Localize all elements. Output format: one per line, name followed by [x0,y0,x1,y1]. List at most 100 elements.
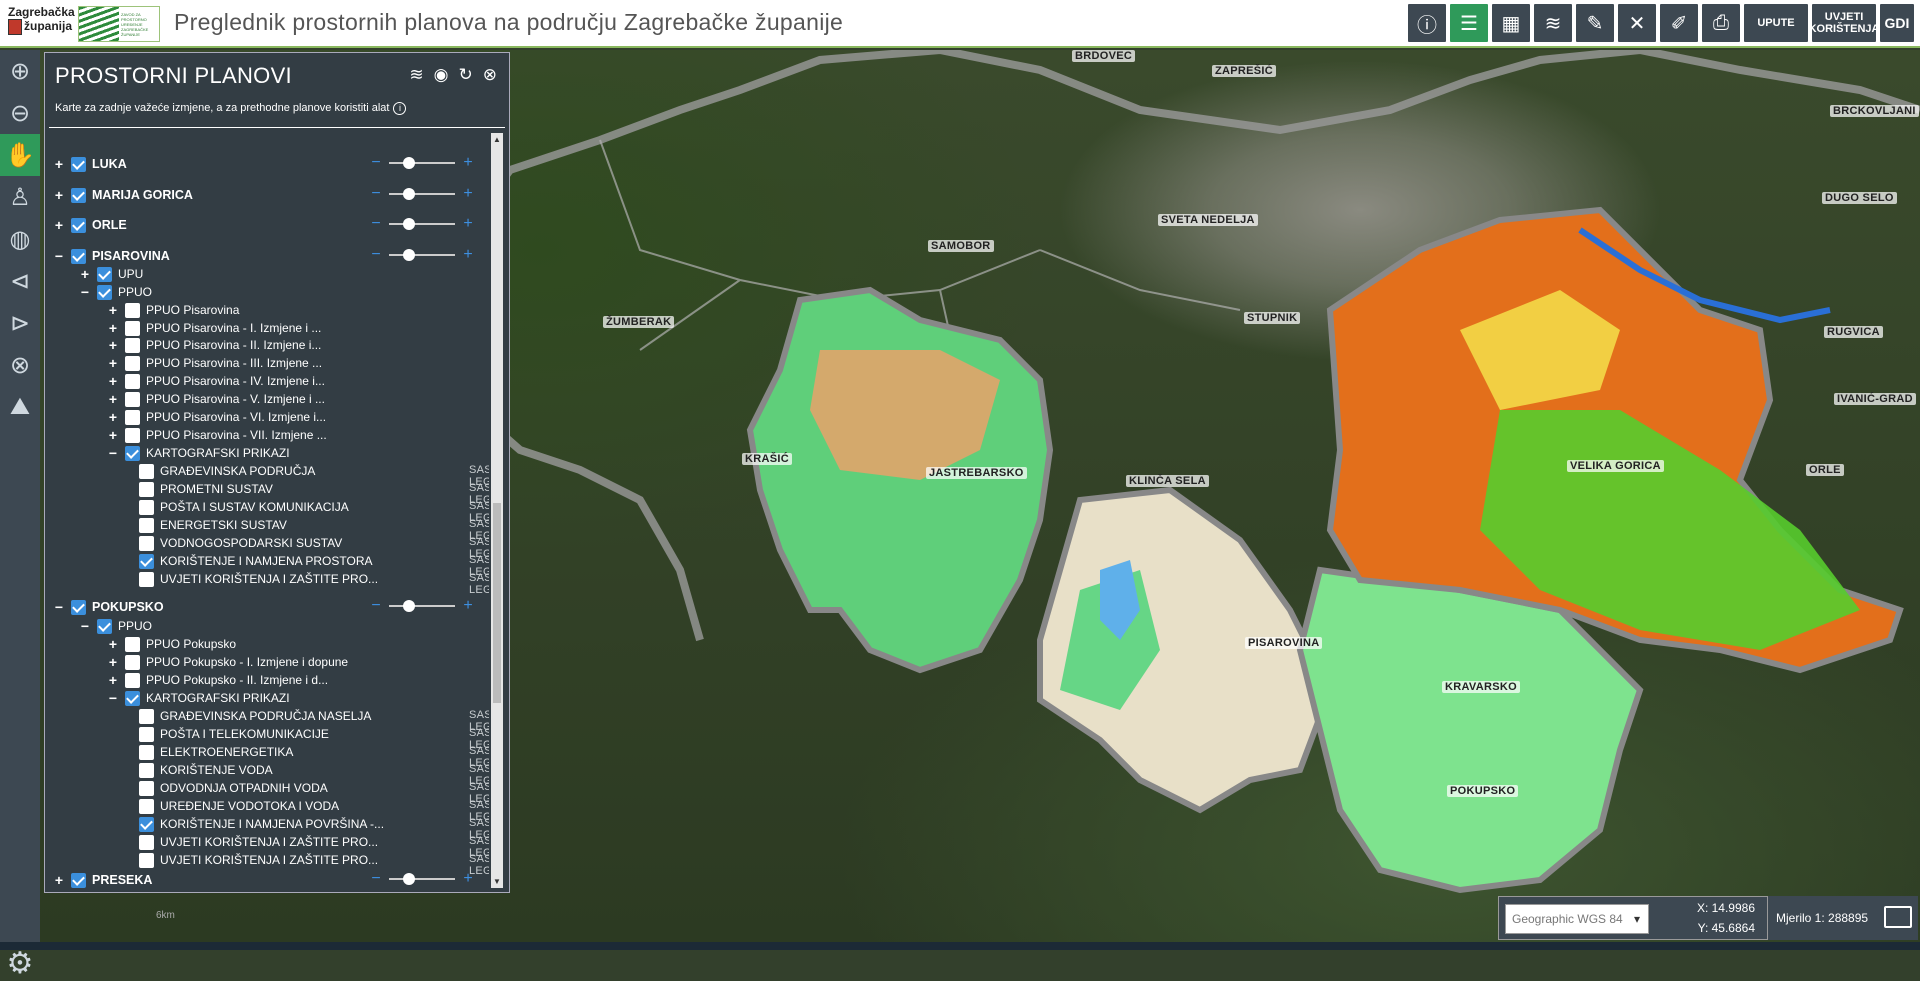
layer-tree-row[interactable]: POŠTA I TELEKOMUNIKACIJE [139,725,329,743]
collapse-icon[interactable]: − [53,248,65,264]
expand-icon[interactable]: + [53,217,65,233]
opacity-track[interactable] [389,188,455,200]
layer-checkbox[interactable] [125,302,140,318]
layer-checkbox[interactable] [139,780,154,796]
layer-checkbox[interactable] [125,654,140,670]
panel-scrollbar[interactable]: ▲ ▼ [491,133,503,888]
layer-tree-row[interactable]: ENERGETSKI SUSTAV [139,516,287,534]
layer-checkbox[interactable] [139,852,154,868]
layer-checkbox[interactable] [139,798,154,814]
layer-tree-row[interactable]: PROMETNI SUSTAV [139,480,273,498]
info-button[interactable]: ⓘ [1408,4,1446,42]
layer-checkbox[interactable] [139,535,154,551]
opacity-minus-icon[interactable]: − [369,870,383,888]
layer-tree-row[interactable]: KORIŠTENJE I NAMJENA POVRŠINA -... [139,815,384,833]
layer-tree-row[interactable]: + PPUO Pisarovina - VI. Izmjene i... [107,408,326,426]
opacity-minus-icon[interactable]: − [369,154,383,172]
layer-checkbox[interactable] [139,744,154,760]
ruler-icon[interactable] [1884,906,1912,928]
layer-checkbox[interactable] [139,762,154,778]
opacity-plus-icon[interactable]: + [461,185,475,203]
layer-tree-row[interactable]: + PPUO Pisarovina - III. Izmjene ... [107,354,322,372]
layer-tree-row[interactable]: UVJETI KORIŠTENJA I ZAŠTITE PRO... [139,833,378,851]
hide-eye-icon[interactable]: ◉ [434,65,449,85]
layer-tree-row[interactable]: + PPUO Pisarovina - VII. Izmjene ... [107,426,327,444]
layer-checkbox[interactable] [71,187,86,203]
layer-tree-row[interactable]: POŠTA I SUSTAV KOMUNIKACIJA [139,498,349,516]
opacity-minus-icon[interactable]: − [369,215,383,233]
layer-tree-row[interactable]: UREĐENJE VODOTOKA I VODA [139,797,339,815]
layer-checkbox[interactable] [71,248,86,264]
layer-checkbox[interactable] [71,872,86,888]
layer-checkbox[interactable] [139,481,154,497]
layer-tree-row[interactable]: ELEKTROENERGETIKA [139,743,293,761]
layer-checkbox[interactable] [125,672,140,688]
opacity-knob[interactable] [403,157,415,169]
collapse-icon[interactable]: − [79,284,91,300]
layer-checkbox[interactable] [125,409,140,425]
pan-button[interactable]: ✋ [0,134,40,176]
layer-tree-row[interactable]: − POKUPSKO [53,598,164,616]
opacity-knob[interactable] [403,188,415,200]
opacity-track[interactable] [389,600,455,612]
layer-checkbox[interactable] [139,517,154,533]
settings-button[interactable]: ⚙ [4,946,36,980]
expand-icon[interactable]: + [107,337,119,353]
layer-tree-row[interactable]: + UPU [79,265,143,283]
legend-link[interactable]: SAS. LEG. [469,572,489,596]
layer-tree-row[interactable]: UVJETI KORIŠTENJA I ZAŠTITE PRO... [139,570,378,588]
opacity-slider[interactable]: − + [369,185,475,203]
layer-tree-row[interactable]: GRAĐEVINSKA PODRUČJA NASELJA [139,707,371,725]
layer-checkbox[interactable] [125,337,140,353]
upute-button[interactable]: UPUTE [1744,4,1808,42]
expand-icon[interactable]: + [107,320,119,336]
info-icon[interactable]: i [393,102,407,115]
opacity-track[interactable] [389,249,455,261]
layers-stack-icon[interactable]: ≋ [409,65,423,85]
opacity-track[interactable] [389,218,455,230]
opacity-knob[interactable] [403,249,415,261]
layer-stack-button[interactable]: ≋ [1534,4,1572,42]
layer-tree-row[interactable]: KORIŠTENJE I NAMJENA PROSTORA [139,552,372,570]
opacity-plus-icon[interactable]: + [461,215,475,233]
draw-button[interactable]: ✐ [1660,4,1698,42]
layer-checkbox[interactable] [125,636,140,652]
expand-icon[interactable]: + [53,156,65,172]
uvjeti-koristenja-button[interactable]: UVJETI KORIŠTENJA [1809,4,1879,42]
layer-tree-row[interactable]: + LUKA [53,155,127,173]
opacity-track[interactable] [389,157,455,169]
layers-list-button[interactable]: ☰ [1450,4,1488,42]
expand-icon[interactable]: + [107,672,119,688]
layer-tree-row[interactable]: + PPUO Pisarovina - I. Izmjene i ... [107,319,321,337]
measure-button[interactable]: ✕ [1618,4,1656,42]
zoom-out-button[interactable]: ⊖ [0,92,40,134]
expand-icon[interactable]: + [107,391,119,407]
layer-tree-row[interactable]: − PPUO [79,283,152,301]
expand-icon[interactable]: + [107,302,119,318]
expand-icon[interactable]: + [107,636,119,652]
layer-checkbox[interactable] [139,571,154,587]
opacity-plus-icon[interactable]: + [461,870,475,888]
opacity-minus-icon[interactable]: − [369,185,383,203]
layer-tree-row[interactable]: + PPUO Pokupsko [107,635,236,653]
layer-tree-row[interactable]: + PPUO Pokupsko - I. Izmjene i dopune [107,653,348,671]
print-button[interactable]: ⎙ [1702,4,1740,42]
layer-checkbox[interactable] [139,499,154,515]
layer-checkbox[interactable] [125,320,140,336]
layer-tree-row[interactable]: − PISAROVINA [53,247,170,265]
layer-tree-row[interactable]: + PPUO Pokupsko - II. Izmjene i d... [107,671,328,689]
layer-tree-row[interactable]: UVJETI KORIŠTENJA I ZAŠTITE PRO... [139,851,378,869]
opacity-slider[interactable]: − + [369,870,475,888]
layer-tree-row[interactable]: − KARTOGRAFSKI PRIKAZI [107,444,290,462]
clear-button[interactable]: ⊗ [0,344,40,386]
layer-tree-row[interactable]: + ORLE [53,216,127,234]
expand-icon[interactable]: + [107,373,119,389]
opacity-plus-icon[interactable]: + [461,154,475,172]
opacity-knob[interactable] [403,600,415,612]
refresh-icon[interactable]: ↻ [459,65,473,85]
layer-tree-row[interactable]: KORIŠTENJE VODA [139,761,273,779]
expand-icon[interactable]: + [53,187,65,203]
expand-icon[interactable]: + [107,427,119,443]
layer-tree-row[interactable]: GRAĐEVINSKA PODRUČJA [139,462,315,480]
zagrebacka-zupanija-logo[interactable]: Zagrebačka županija [8,5,75,43]
